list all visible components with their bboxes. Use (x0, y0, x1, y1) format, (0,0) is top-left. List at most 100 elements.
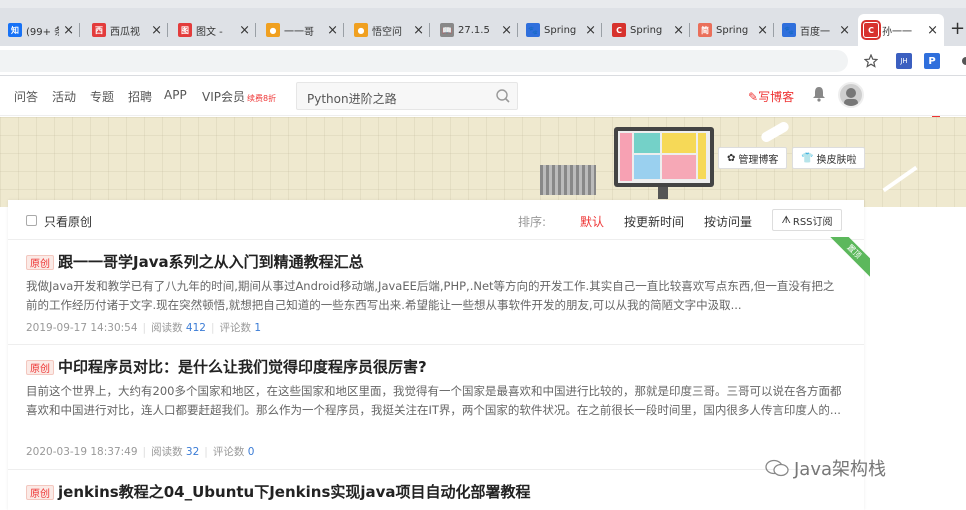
comment-count: 1 (254, 322, 262, 334)
rack-illustration (540, 165, 596, 195)
wukong-icon: ● (266, 23, 280, 37)
write-blog-label: 写博客 (758, 90, 795, 104)
sort-by-update[interactable]: 按更新时间 (624, 213, 684, 230)
article-list-panel: 只看原创 排序: 默认 按更新时间 按访问量 ᗑ RSS订阅 置顶 原创 跟一一哥… (8, 200, 870, 510)
browser-tab[interactable]: 🐾 Spring × (520, 14, 602, 46)
monitor-illustration (614, 127, 714, 187)
tab-label: Spring (544, 24, 577, 36)
read-count-label: 阅读数 (151, 322, 183, 334)
nav-item-app[interactable]: APP (164, 88, 187, 102)
baidu-icon: 🐾 (526, 23, 540, 37)
tab-label: 孙一一 (882, 26, 912, 38)
article-item[interactable]: 原创 中印程序员对比：是什么让我们觉得印度程序员很厉害? 目前这个世界上，大约有… (8, 346, 864, 470)
original-badge: 原创 (26, 360, 54, 375)
original-badge: 原创 (26, 255, 54, 270)
nav-item-vip[interactable]: VIP会员 续费8折 (202, 88, 276, 105)
close-tab-icon[interactable]: × (585, 23, 596, 38)
rss-subscribe-button[interactable]: ᗑ RSS订阅 (772, 209, 842, 231)
close-tab-icon[interactable]: × (413, 23, 424, 38)
lamp-arm (882, 165, 918, 193)
close-tab-icon[interactable]: × (63, 23, 74, 38)
search-icon[interactable] (495, 88, 511, 104)
book-icon: 📖 (440, 23, 454, 37)
article-title[interactable]: 跟一一哥学Java系列之从入门到精通教程汇总 (58, 251, 364, 272)
article-title[interactable]: jenkins教程之04_Ubuntu下Jenkins实现java项目自动化部署… (58, 481, 531, 502)
manage-blog-button[interactable]: ✿ 管理博客 (718, 147, 788, 169)
close-tab-icon[interactable]: × (151, 23, 162, 38)
watermark-text: Java架构栈 (794, 459, 887, 480)
read-count-label: 阅读数 (151, 446, 183, 458)
sort-label: 排序: (518, 215, 547, 229)
vip-label: VIP会员 (202, 90, 245, 104)
nav-item-topics[interactable]: 专题 (90, 88, 114, 105)
only-original-checkbox[interactable] (26, 215, 37, 226)
close-tab-icon[interactable]: × (839, 23, 850, 38)
star-icon[interactable] (864, 53, 878, 69)
address-bar[interactable] (0, 50, 848, 72)
article-description: 目前这个世界上，大约有200多个国家和地区，在这些国家和地区里面，我觉得有一个国… (26, 384, 842, 417)
nav-item-qa[interactable]: 问答 (14, 88, 38, 105)
article-meta: 2020-03-19 18:37:49 | 阅读数 32 | 评论数 0 (26, 446, 255, 458)
change-skin-label: 换皮肤啦 (816, 154, 857, 166)
watermark: Java架构栈 (764, 455, 886, 481)
sort-by-views[interactable]: 按访问量 (704, 213, 752, 230)
csdn-icon: C (861, 20, 881, 40)
rss-label: RSS订阅 (792, 216, 833, 228)
article-date: 2019-09-17 14:30:54 (26, 322, 138, 334)
jianshu-icon: 简 (698, 23, 712, 37)
search-box[interactable]: Python进阶之路 (296, 82, 518, 110)
close-tab-icon[interactable]: × (501, 23, 512, 38)
new-tab-button[interactable]: + (950, 18, 965, 39)
browser-tab[interactable]: C Spring × (606, 14, 690, 46)
write-blog-button[interactable]: ✎写博客 (748, 88, 794, 105)
search-input[interactable]: Python进阶之路 (307, 90, 397, 107)
menu-icon[interactable] (958, 53, 966, 69)
sort-default[interactable]: 默认 (580, 213, 604, 230)
monitor-stand (658, 187, 668, 199)
tab-label: 图文 - (196, 26, 223, 38)
close-tab-icon[interactable]: × (327, 23, 338, 38)
tab-label: Spring (630, 24, 663, 36)
original-badge: 原创 (26, 485, 54, 500)
close-tab-icon[interactable]: × (757, 23, 768, 38)
browser-tab[interactable]: ● 悟空问 × (348, 14, 430, 46)
tab-label: 百度一 (800, 26, 830, 38)
nav-item-activity[interactable]: 活动 (52, 88, 76, 105)
jh-extension-icon[interactable]: JH (896, 53, 912, 69)
nav-item-jobs[interactable]: 招聘 (128, 88, 152, 105)
browser-tab-active[interactable]: C 孙一一 × (858, 14, 944, 46)
tab-label: 悟空问 (372, 26, 402, 38)
vip-discount-tag: 续费8折 (247, 94, 277, 103)
tab-label: Spring (716, 24, 749, 36)
filter-bar: 只看原创 排序: 默认 按更新时间 按访问量 ᗑ RSS订阅 (8, 200, 864, 240)
wukong-icon: ● (354, 23, 368, 37)
browser-tab[interactable]: 图 图文 - × (172, 14, 256, 46)
change-skin-button[interactable]: 👕 换皮肤啦 (792, 147, 866, 169)
article-title[interactable]: 中印程序员对比：是什么让我们觉得印度程序员很厉害? (58, 356, 427, 377)
bell-icon[interactable] (812, 86, 828, 104)
manage-blog-label: 管理博客 (738, 154, 779, 166)
article-item[interactable]: 原创 jenkins教程之04_Ubuntu下Jenkins实现java项目自动… (8, 471, 864, 510)
browser-tab[interactable]: 🐾 百度一 × (776, 14, 856, 46)
close-tab-icon[interactable]: × (673, 23, 684, 38)
comment-count-label: 评论数 (219, 322, 252, 334)
blog-banner: ✿ 管理博客 👕 换皮肤啦 (0, 117, 966, 207)
browser-toolbar: JH P 新 (0, 46, 966, 117)
browser-tab[interactable]: 简 Spring × (692, 14, 774, 46)
pinned-ribbon: 置顶 (830, 237, 870, 277)
browser-tab[interactable]: 知 (99+ 条 × (2, 14, 80, 46)
rss-icon: ᗑ (781, 214, 791, 226)
browser-tab[interactable]: ● 一一哥 × (260, 14, 344, 46)
comment-count: 0 (247, 446, 255, 458)
article-item[interactable]: 置顶 原创 跟一一哥学Java系列之从入门到精通教程汇总 我做Java开发和教学… (8, 237, 870, 345)
close-tab-icon[interactable]: × (239, 23, 250, 38)
only-original-label[interactable]: 只看原创 (44, 213, 92, 230)
baidu-icon: 🐾 (782, 23, 796, 37)
close-tab-icon[interactable]: × (927, 23, 938, 38)
tab-label: 西瓜视 (110, 26, 140, 38)
avatar[interactable] (838, 82, 864, 108)
browser-tab[interactable]: 📖 27.1.5 × (434, 14, 518, 46)
browser-tab[interactable]: 西 西瓜视 × (86, 14, 168, 46)
shirt-icon: 👕 (801, 152, 814, 164)
p-extension-icon[interactable]: P (924, 53, 940, 69)
